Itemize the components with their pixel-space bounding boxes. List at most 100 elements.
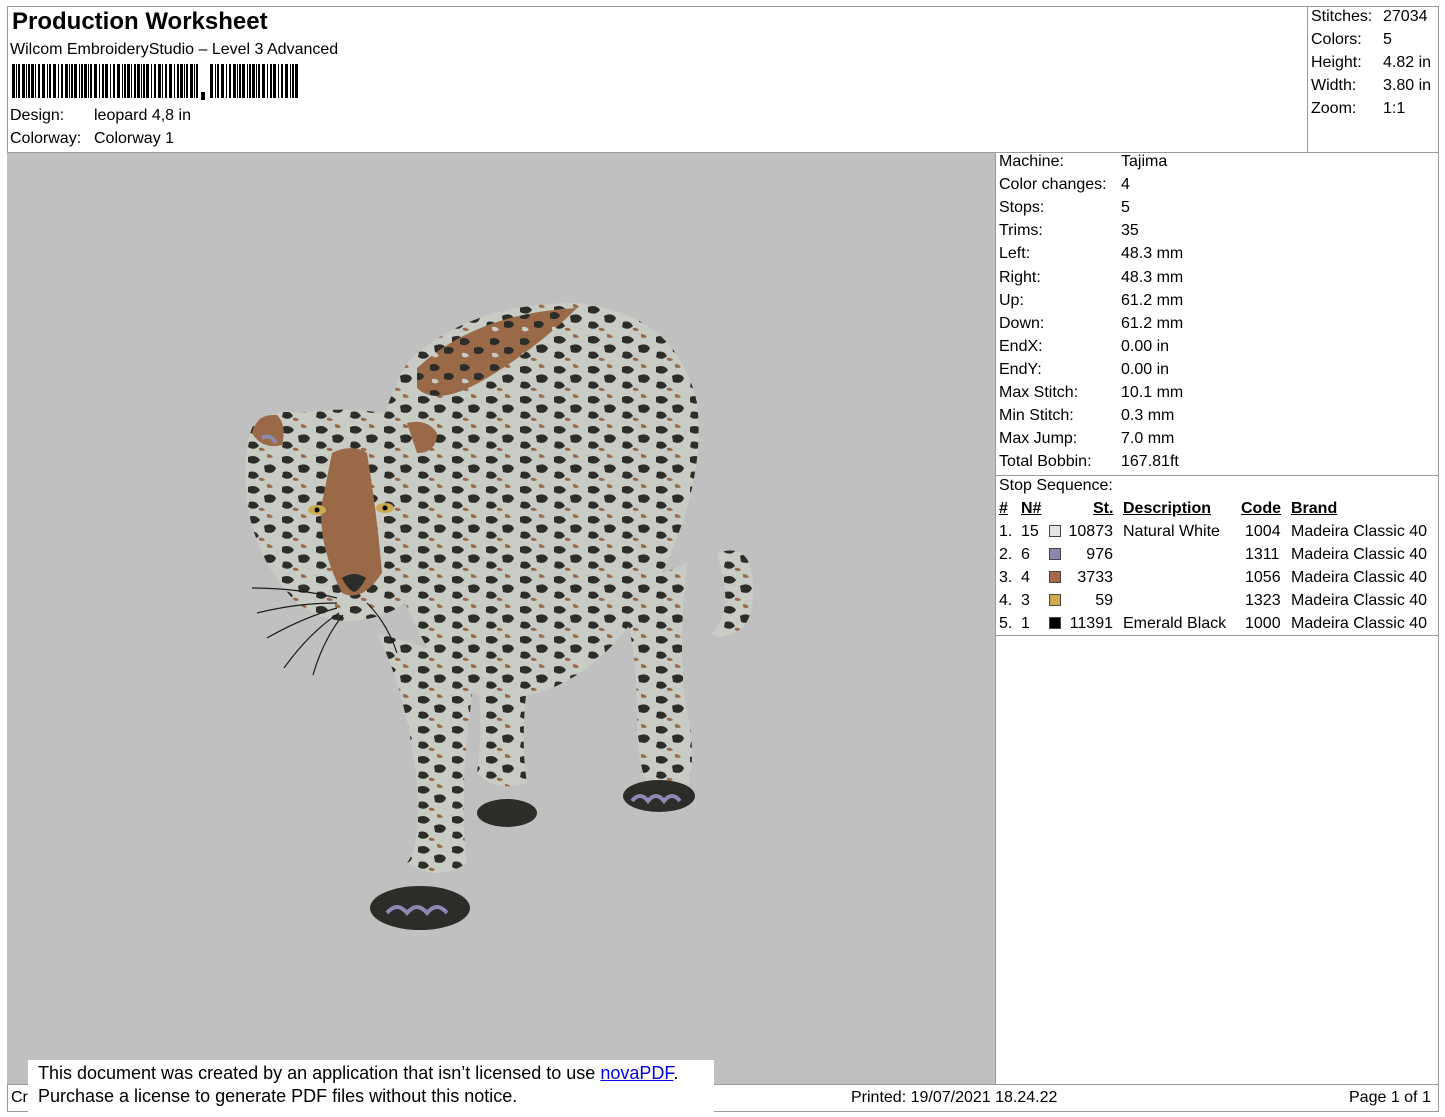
machine-info-label: Machine: xyxy=(999,153,1064,170)
footer-left-fragment: Cr xyxy=(11,1089,28,1106)
stop-sequence-title: Stop Sequence: xyxy=(999,477,1113,494)
license-notice: This document was created by an applicat… xyxy=(28,1060,714,1117)
machine-info-value: 167.81ft xyxy=(1121,453,1179,471)
machine-info-value: 48.3 mm xyxy=(1121,245,1184,263)
machine-info-value: 48.3 mm xyxy=(1121,268,1184,286)
thread-color-swatch xyxy=(1049,548,1061,560)
seq-row-brand: Madeira Classic 40 xyxy=(1291,546,1428,563)
page-number: Page 1 of 1 xyxy=(1349,1089,1431,1106)
software-name: Wilcom EmbroideryStudio – Level 3 Advanc… xyxy=(10,41,339,58)
machine-info-value: 35 xyxy=(1121,222,1139,240)
machine-info-label: Left: xyxy=(999,245,1031,263)
seq-row-num: 1. xyxy=(999,523,1013,540)
notice-period: . xyxy=(673,1063,679,1083)
seq-row-num: 3. xyxy=(999,569,1013,586)
barcode-image xyxy=(12,64,298,100)
machine-info-value: 61.2 mm xyxy=(1121,314,1184,332)
seq-row-needle: 4 xyxy=(1021,569,1030,586)
machine-info-label: Stops: xyxy=(999,199,1045,217)
seq-row-brand: Madeira Classic 40 xyxy=(1291,569,1428,586)
col-header-stitches: St. xyxy=(1093,500,1114,517)
seq-row-num: 4. xyxy=(999,592,1013,609)
summary-row: Colors: 5 xyxy=(1311,31,1392,49)
printed-date: Printed: 19/07/2021 18.24.22 xyxy=(851,1089,1058,1106)
seq-row-code: 1000 xyxy=(1245,615,1281,632)
machine-info-value: 4 xyxy=(1121,176,1130,194)
seq-row-needle: 6 xyxy=(1021,546,1030,563)
right-blank-frame xyxy=(995,635,1439,1085)
seq-row-code: 1004 xyxy=(1245,523,1281,540)
seq-row-description: Emerald Black xyxy=(1123,615,1227,632)
machine-info-row: Trims: 35 xyxy=(999,222,1139,240)
machine-info-row: Left: 48.3 mm xyxy=(999,245,1183,263)
seq-row-needle: 15 xyxy=(1021,523,1039,540)
seq-row-num: 5. xyxy=(999,615,1013,632)
machine-info-value: 10.1 mm xyxy=(1121,384,1184,401)
thread-color-swatch xyxy=(1049,571,1061,583)
machine-info-row: Right: 48.3 mm xyxy=(999,268,1183,287)
seq-row-code: 1311 xyxy=(1245,546,1280,563)
thread-color-swatch xyxy=(1049,594,1061,606)
seq-row-stitches: 10873 xyxy=(1068,523,1114,540)
seq-row-needle: 3 xyxy=(1021,592,1030,609)
colorway-label: Colorway: xyxy=(10,130,82,147)
seq-row-stitches: 59 xyxy=(1095,592,1113,609)
design-label: Design: xyxy=(10,107,65,124)
machine-info-value: 5 xyxy=(1121,199,1130,217)
zoom-label: Zoom: xyxy=(1311,100,1357,117)
stitches-label: Stitches: xyxy=(1311,8,1373,25)
colorway-value: Colorway 1 xyxy=(94,130,175,147)
design-preview xyxy=(7,153,995,1085)
machine-info-label: Down: xyxy=(999,314,1045,332)
machine-info-row: Min Stitch: 0.3 mm xyxy=(999,407,1174,425)
stitches-value: 27034 xyxy=(1383,8,1428,25)
colors-label: Colors: xyxy=(1311,31,1362,48)
seq-row-stitches: 976 xyxy=(1086,546,1113,563)
col-header-description: Description xyxy=(1123,500,1212,517)
machine-info-label: Max Jump: xyxy=(999,430,1078,448)
height-value: 4.82 in xyxy=(1383,54,1432,71)
summary-row: Height: 4.82 in xyxy=(1311,54,1431,72)
col-header-needle: N# xyxy=(1021,500,1042,517)
machine-info-row: Max Stitch: 10.1 mm xyxy=(999,384,1183,402)
machine-info-row: EndX: 0.00 in xyxy=(999,337,1169,356)
machine-info-label: EndY: xyxy=(999,360,1042,378)
machine-info-value: 0.00 in xyxy=(1121,337,1170,355)
notice-text: This document was created by an applicat… xyxy=(38,1063,601,1083)
machine-info-label: Max Stitch: xyxy=(999,384,1079,401)
machine-info-row: Total Bobbin: 167.81ft xyxy=(999,453,1179,471)
machine-info-row: Machine: Tajima xyxy=(999,153,1167,171)
machine-info-label: EndX: xyxy=(999,337,1043,355)
novapdf-link[interactable]: novaPDF xyxy=(600,1063,673,1083)
width-value: 3.80 in xyxy=(1383,77,1432,94)
machine-info-label: Up: xyxy=(999,291,1024,309)
seq-row-brand: Madeira Classic 40 xyxy=(1291,615,1428,632)
page-title: Production Worksheet xyxy=(12,8,268,35)
height-label: Height: xyxy=(1311,54,1362,71)
machine-info-row: Color changes: 4 xyxy=(999,176,1130,194)
width-label: Width: xyxy=(1311,77,1357,94)
seq-row-code: 1323 xyxy=(1245,592,1281,609)
thread-color-swatch xyxy=(1049,617,1061,629)
machine-info-label: Total Bobbin: xyxy=(999,453,1092,471)
machine-info-value: 7.0 mm xyxy=(1121,430,1175,448)
machine-info-value: 61.2 mm xyxy=(1121,291,1184,309)
leopard-embroidery-image xyxy=(245,303,754,930)
machine-info-row: Stops: 5 xyxy=(999,199,1130,217)
machine-info-label: Right: xyxy=(999,268,1041,286)
seq-row-description: Natural White xyxy=(1123,523,1220,540)
machine-info-row: EndY: 0.00 in xyxy=(999,360,1169,379)
machine-info-row: Up: 61.2 mm xyxy=(999,291,1183,310)
machine-info-frame xyxy=(995,152,1439,476)
summary-row: Zoom: 1:1 xyxy=(1311,100,1405,118)
machine-info-label: Color changes: xyxy=(999,176,1107,194)
summary-row: Width: 3.80 in xyxy=(1311,77,1431,95)
seq-row-code: 1056 xyxy=(1245,569,1281,586)
summary-row: Stitches: 27034 xyxy=(1311,8,1428,26)
colors-value: 5 xyxy=(1383,31,1392,48)
seq-row-num: 2. xyxy=(999,546,1013,563)
seq-row-stitches: 3733 xyxy=(1077,569,1113,586)
machine-info-row: Down: 61.2 mm xyxy=(999,314,1183,333)
seq-row-brand: Madeira Classic 40 xyxy=(1291,592,1428,609)
zoom-value: 1:1 xyxy=(1383,100,1406,117)
